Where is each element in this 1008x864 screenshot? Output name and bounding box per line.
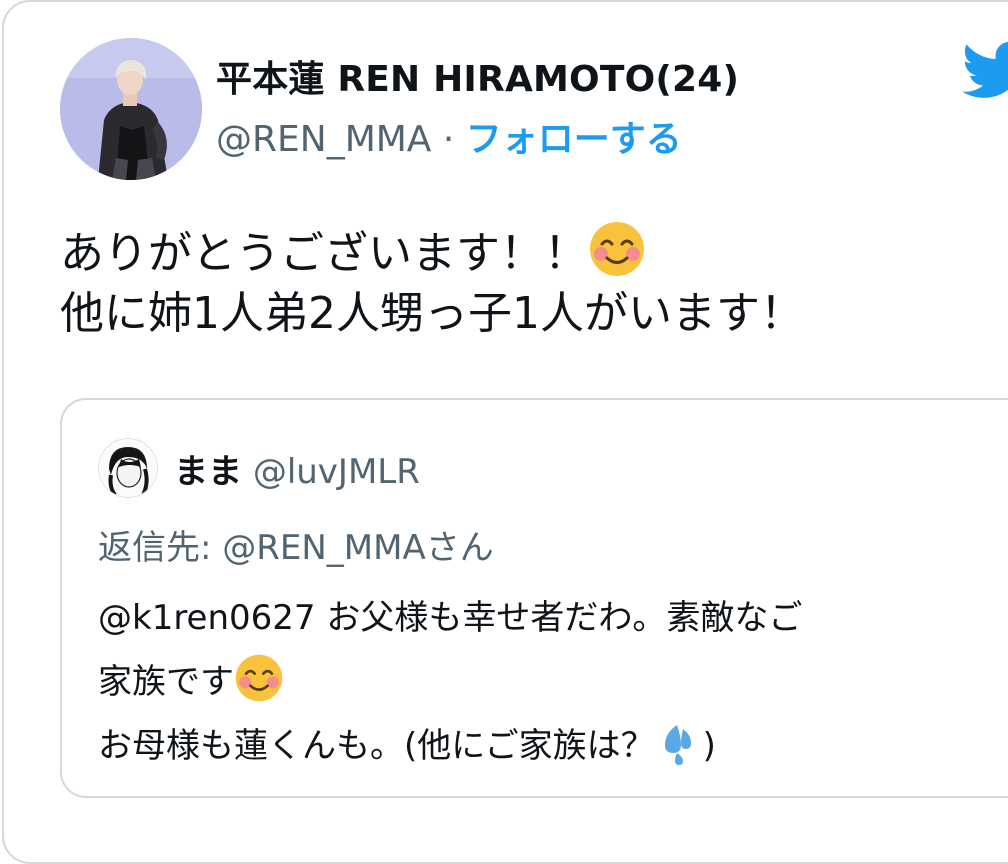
quoted-text-line-3-wrap: お母様も蓮くんも。(他にご家族は？ ) (98, 714, 998, 778)
quoted-tweet-text: @k1ren0627 お父様も幸せ者だわ。素敵なご 家族です お母様も蓮くんも。… (98, 586, 998, 778)
author-handle[interactable]: @REN_MMA (216, 119, 431, 160)
quoted-text-line-2: 家族です (98, 662, 234, 702)
smiling-face-icon (235, 654, 283, 702)
sweat-droplets-icon (664, 725, 691, 765)
tweet-text-line-1: ありがとうございます！！ (60, 228, 588, 279)
quoted-text-line-1: @k1ren0627 お父様も幸せ者だわ。素敵なご (98, 598, 803, 638)
quoted-text-line-3-end: ) (702, 726, 716, 766)
author-handle-row: @REN_MMA · フォローする (216, 110, 682, 162)
quoted-text-line-3: お母様も蓮くんも。(他にご家族は？ (98, 726, 655, 766)
author-avatar[interactable] (60, 38, 202, 180)
quoted-tweet[interactable]: まま @luvJMLR 返信先: @REN_MMAさん @k1ren0627 お… (60, 398, 1008, 798)
quoted-handle[interactable]: @luvJMLR (253, 452, 420, 492)
tweet-text-line: ありがとうございます！！ (60, 220, 1000, 284)
twitter-bird-icon[interactable] (962, 40, 1008, 102)
handle-separator: · (442, 119, 455, 160)
tweet-card: 平本蓮 REN HIRAMOTO(24) @REN_MMA · フォローする あ… (2, 0, 1008, 864)
smiling-face-icon (590, 222, 644, 276)
tweet-text-line-2: 他に姉1人弟2人甥っ子1人がいます！ (60, 288, 804, 339)
quoted-author-avatar[interactable] (98, 438, 158, 498)
quoted-display-name[interactable]: まま (174, 452, 242, 492)
quoted-author-row: まま @luvJMLR (174, 444, 420, 493)
tweet-text: ありがとうございます！！ 他に姉1人弟2人甥っ子1人がいます！ (60, 220, 1000, 344)
reply-to-label: 返信先: @REN_MMAさん (98, 528, 494, 568)
quoted-text-line-2-wrap: 家族です (98, 650, 998, 714)
author-display-name[interactable]: 平本蓮 REN HIRAMOTO(24) (216, 50, 739, 102)
follow-button[interactable]: フォローする (466, 119, 682, 160)
